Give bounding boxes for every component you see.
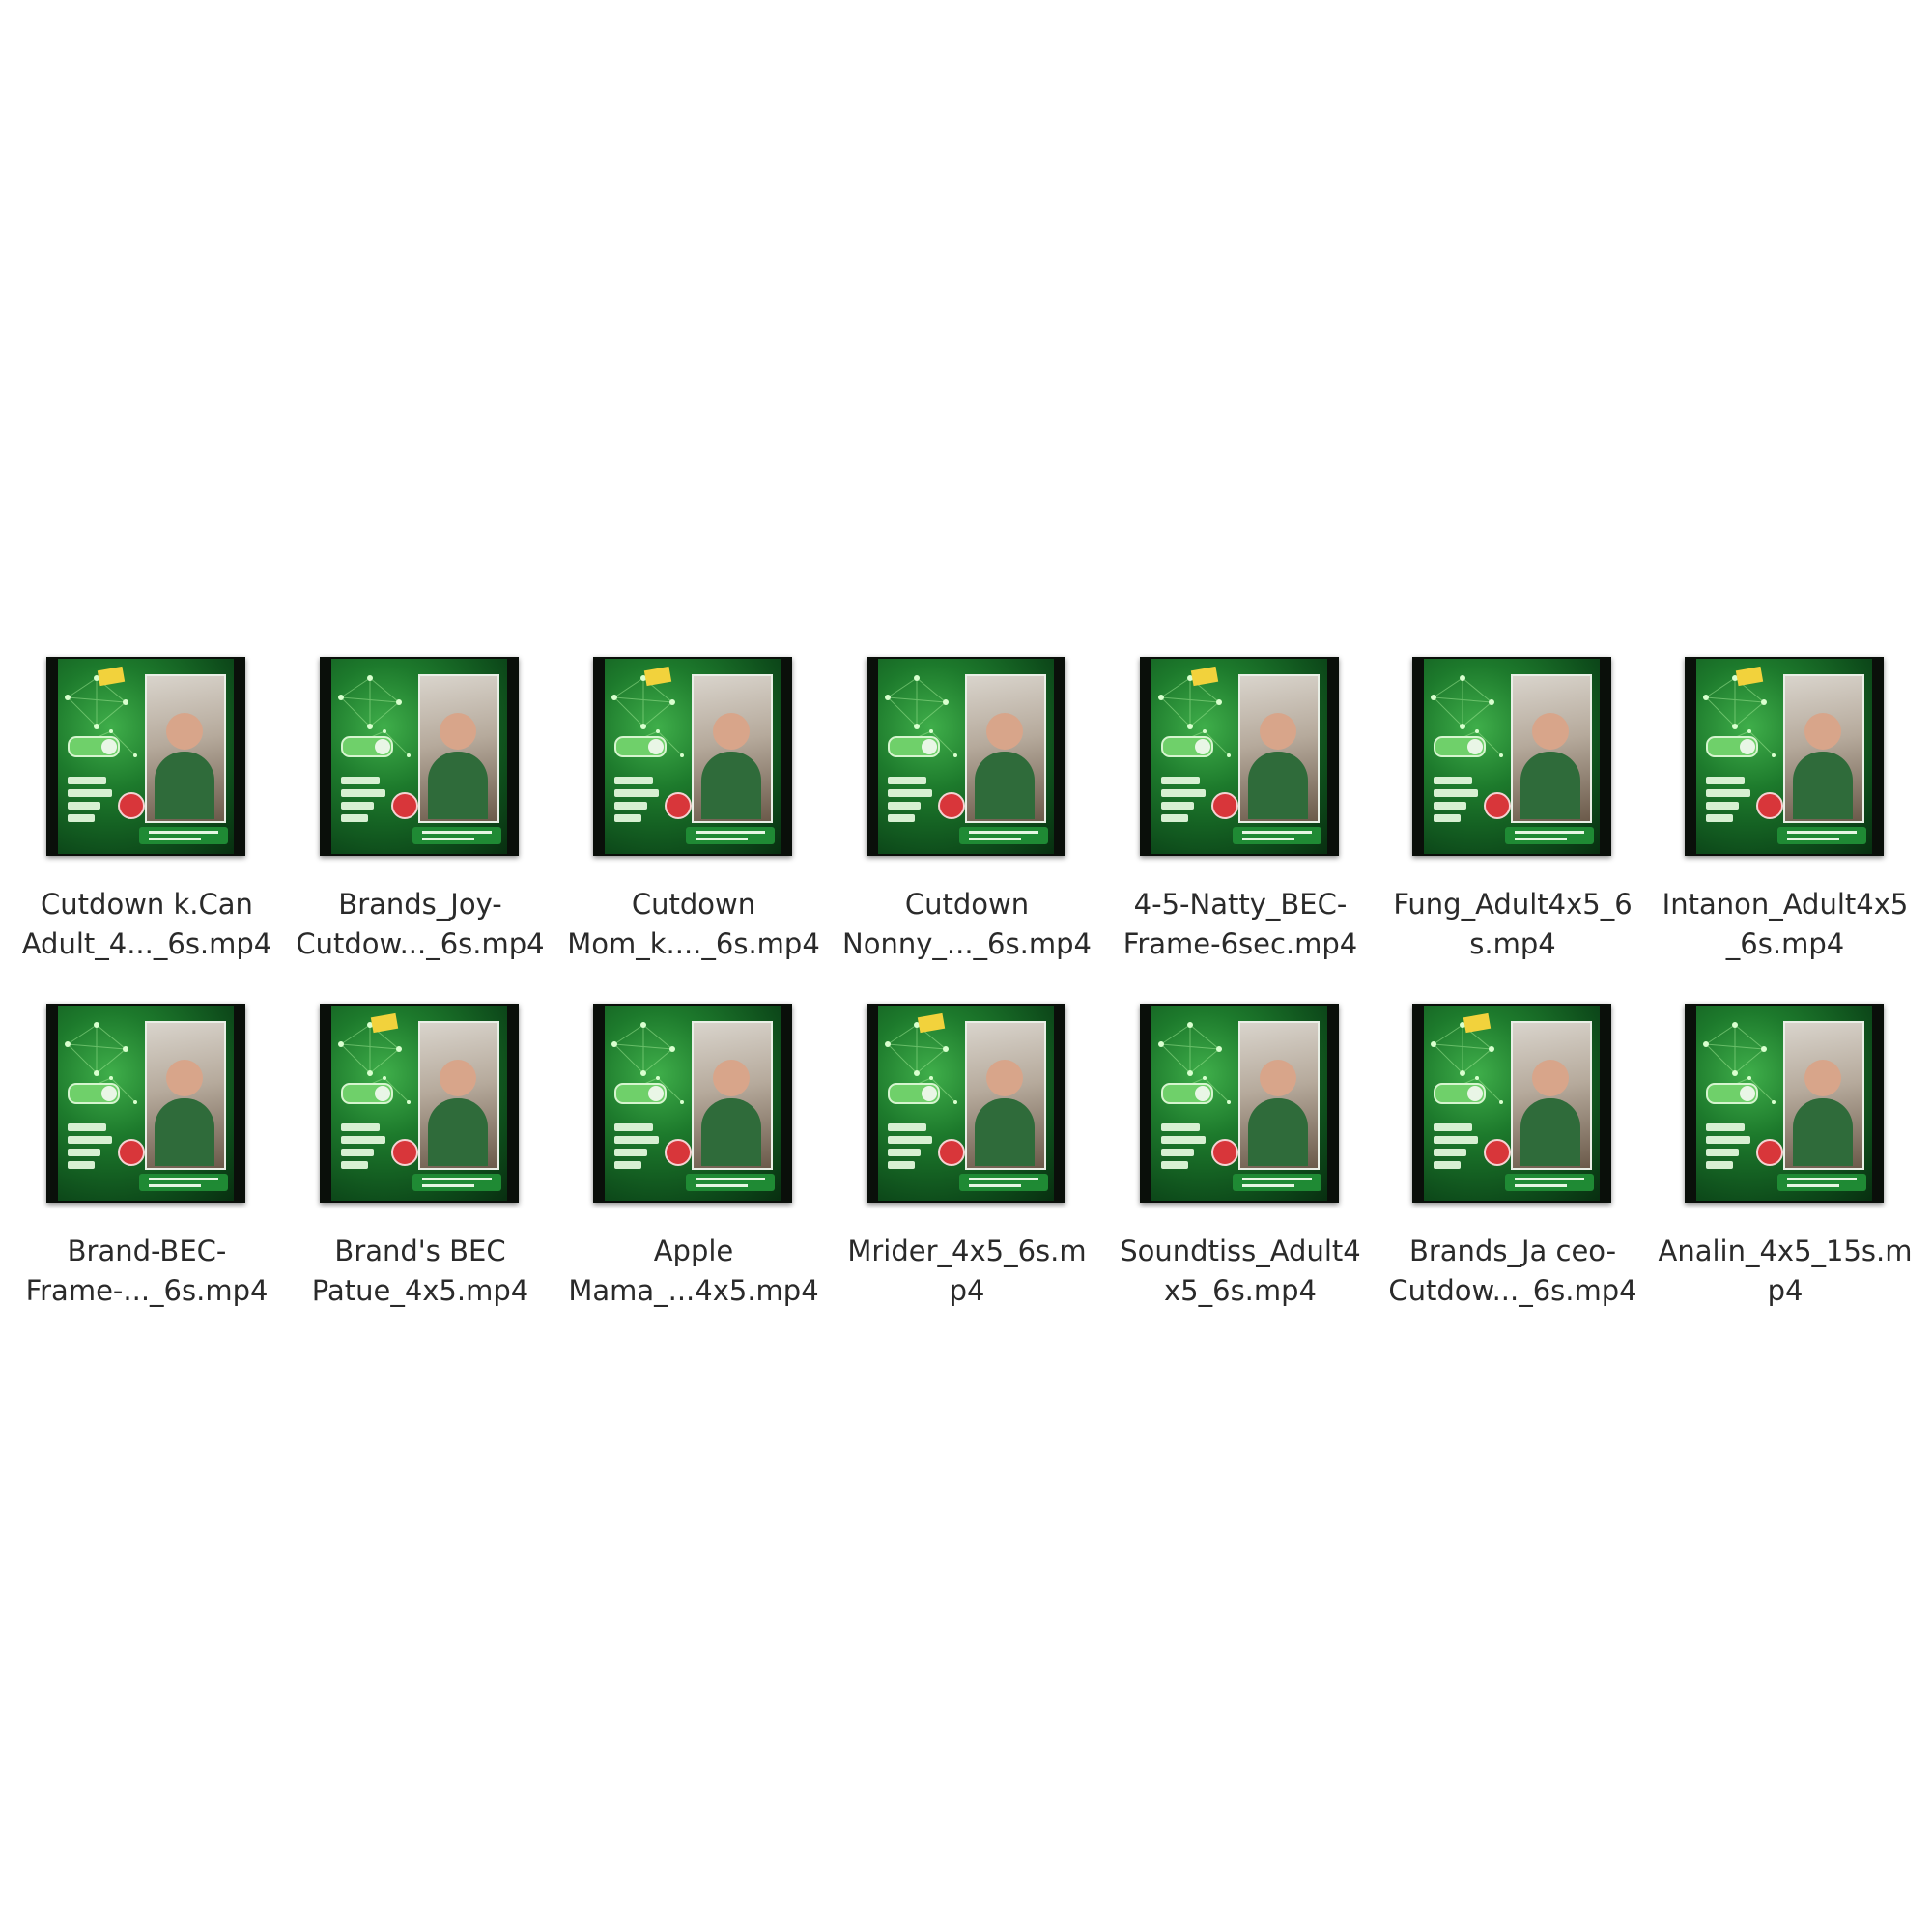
file-name-line-2: s.mp4 bbox=[1469, 927, 1556, 960]
video-thumbnail-icon[interactable] bbox=[1412, 657, 1611, 856]
file-name-label[interactable]: Brand's BEC Patue_4x5.mp4 bbox=[291, 1232, 550, 1311]
file-name-line-1: Brands_Joy- bbox=[338, 888, 502, 921]
file-icon-grid: Cutdown k.Can Adult_4..._6s.mp4 Brands_Joy… bbox=[0, 0, 1932, 1932]
file-name-line-2: _6s.mp4 bbox=[1725, 927, 1845, 960]
video-thumbnail-icon[interactable] bbox=[593, 1004, 792, 1203]
file-name-label[interactable]: Fung_Adult4x5_6 s.mp4 bbox=[1383, 885, 1642, 964]
video-thumbnail-icon[interactable] bbox=[1685, 657, 1884, 856]
file-item[interactable]: Brands_Ja ceo- Cutdow..._6s.mp4 bbox=[1383, 1004, 1642, 1332]
file-item[interactable]: Brand's BEC Patue_4x5.mp4 bbox=[291, 1004, 550, 1332]
file-name-line-1: Cutdown bbox=[904, 888, 1030, 921]
file-name-label[interactable]: Brands_Joy- Cutdow..._6s.mp4 bbox=[291, 885, 550, 964]
file-name-line-1: Soundtiss_Adult4 bbox=[1120, 1235, 1361, 1267]
file-item[interactable]: Mrider_4x5_6s.m p4 bbox=[838, 1004, 1096, 1332]
file-name-line-2: p4 bbox=[1767, 1274, 1804, 1307]
file-name-line-1: 4-5-Natty_BEC- bbox=[1133, 888, 1348, 921]
file-item[interactable]: 4-5-Natty_BEC- Frame-6sec.mp4 bbox=[1111, 657, 1370, 985]
video-thumbnail-icon[interactable] bbox=[593, 657, 792, 856]
file-name-label[interactable]: 4-5-Natty_BEC- Frame-6sec.mp4 bbox=[1111, 885, 1370, 964]
file-name-line-1: Brand-BEC- bbox=[67, 1235, 227, 1267]
file-name-line-2: Patue_4x5.mp4 bbox=[311, 1274, 529, 1307]
video-thumbnail-icon[interactable] bbox=[1140, 1004, 1339, 1203]
file-name-label[interactable]: Analin_4x5_15s.m p4 bbox=[1656, 1232, 1915, 1311]
file-item[interactable]: Analin_4x5_15s.m p4 bbox=[1656, 1004, 1915, 1332]
file-name-line-2: Cutdow..._6s.mp4 bbox=[1388, 1274, 1637, 1307]
file-name-label[interactable]: Cutdown Mom_k...._6s.mp4 bbox=[564, 885, 823, 964]
file-name-label[interactable]: Brand-BEC- Frame-..._6s.mp4 bbox=[17, 1232, 276, 1311]
file-item[interactable]: Cutdown k.Can Adult_4..._6s.mp4 bbox=[17, 657, 276, 985]
file-name-line-2: Cutdow..._6s.mp4 bbox=[296, 927, 545, 960]
video-thumbnail-icon[interactable] bbox=[320, 657, 519, 856]
file-name-line-2: Mom_k...._6s.mp4 bbox=[567, 927, 820, 960]
file-name-label[interactable]: Cutdown Nonny_..._6s.mp4 bbox=[838, 885, 1096, 964]
video-thumbnail-icon[interactable] bbox=[867, 1004, 1065, 1203]
file-item[interactable]: Apple Mama_...4x5.mp4 bbox=[564, 1004, 823, 1332]
file-name-line-1: Fung_Adult4x5_6 bbox=[1393, 888, 1633, 921]
file-item[interactable]: Cutdown Mom_k...._6s.mp4 bbox=[564, 657, 823, 985]
file-name-line-2: Mama_...4x5.mp4 bbox=[568, 1274, 819, 1307]
file-name-line-1: Cutdown bbox=[631, 888, 756, 921]
file-name-line-1: Intanon_Adult4x5 bbox=[1662, 888, 1909, 921]
video-thumbnail-icon[interactable] bbox=[867, 657, 1065, 856]
file-name-line-2: Adult_4..._6s.mp4 bbox=[21, 927, 272, 960]
file-item[interactable]: Cutdown Nonny_..._6s.mp4 bbox=[838, 657, 1096, 985]
file-name-label[interactable]: Brands_Ja ceo- Cutdow..._6s.mp4 bbox=[1383, 1232, 1642, 1311]
file-item[interactable]: Fung_Adult4x5_6 s.mp4 bbox=[1383, 657, 1642, 985]
file-name-line-1: Cutdown k.Can bbox=[41, 888, 253, 921]
file-name-line-1: Brand's BEC bbox=[334, 1235, 506, 1267]
file-name-label[interactable]: Mrider_4x5_6s.m p4 bbox=[838, 1232, 1096, 1311]
file-name-line-2: x5_6s.mp4 bbox=[1164, 1274, 1317, 1307]
file-item[interactable]: Brand-BEC- Frame-..._6s.mp4 bbox=[17, 1004, 276, 1332]
file-name-label[interactable]: Intanon_Adult4x5 _6s.mp4 bbox=[1656, 885, 1915, 964]
file-name-line-1: Mrider_4x5_6s.m bbox=[847, 1235, 1087, 1267]
file-name-line-2: Frame-6sec.mp4 bbox=[1122, 927, 1358, 960]
video-thumbnail-icon[interactable] bbox=[320, 1004, 519, 1203]
file-name-line-1: Analin_4x5_15s.m bbox=[1658, 1235, 1913, 1267]
file-name-line-2: Nonny_..._6s.mp4 bbox=[842, 927, 1092, 960]
file-name-line-1: Apple bbox=[653, 1235, 734, 1267]
file-name-line-2: p4 bbox=[949, 1274, 985, 1307]
video-thumbnail-icon[interactable] bbox=[1140, 657, 1339, 856]
file-name-label[interactable]: Apple Mama_...4x5.mp4 bbox=[564, 1232, 823, 1311]
file-name-label[interactable]: Cutdown k.Can Adult_4..._6s.mp4 bbox=[17, 885, 276, 964]
video-thumbnail-icon[interactable] bbox=[1685, 1004, 1884, 1203]
file-name-line-2: Frame-..._6s.mp4 bbox=[25, 1274, 269, 1307]
file-item[interactable]: Intanon_Adult4x5 _6s.mp4 bbox=[1656, 657, 1915, 985]
file-item[interactable]: Brands_Joy- Cutdow..._6s.mp4 bbox=[291, 657, 550, 985]
video-thumbnail-icon[interactable] bbox=[46, 1004, 245, 1203]
file-item[interactable]: Soundtiss_Adult4 x5_6s.mp4 bbox=[1111, 1004, 1370, 1332]
file-name-label[interactable]: Soundtiss_Adult4 x5_6s.mp4 bbox=[1111, 1232, 1370, 1311]
video-thumbnail-icon[interactable] bbox=[46, 657, 245, 856]
file-name-line-1: Brands_Ja ceo- bbox=[1408, 1235, 1617, 1267]
video-thumbnail-icon[interactable] bbox=[1412, 1004, 1611, 1203]
